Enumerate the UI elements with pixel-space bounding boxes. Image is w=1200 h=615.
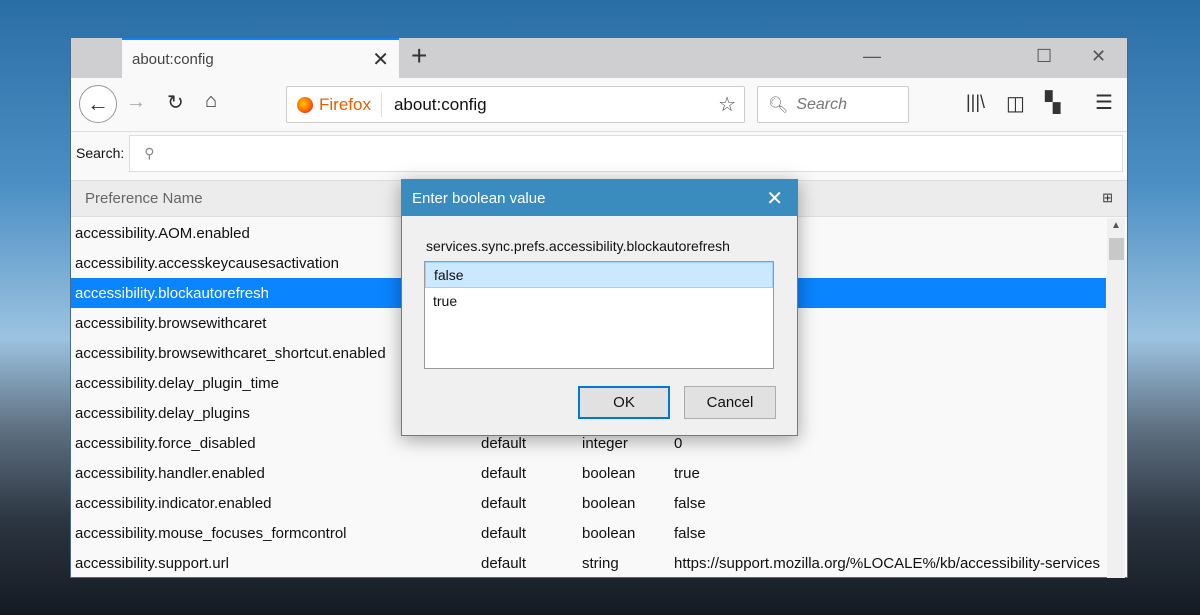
pref-value: 0 <box>674 434 683 452</box>
scroll-up-icon[interactable]: ▲ <box>1111 220 1121 231</box>
search-label: Search: <box>76 145 125 161</box>
pref-name: accessibility.handler.enabled <box>75 464 265 482</box>
magnifier-icon: ⚲ <box>144 144 155 161</box>
back-button[interactable]: ← <box>79 85 117 123</box>
option-false[interactable]: false <box>425 262 773 288</box>
pref-value: true <box>674 464 700 482</box>
library-icon[interactable]: |||\ <box>966 92 985 113</box>
new-tab-button[interactable]: + <box>411 40 427 72</box>
table-row[interactable]: accessibility.mouse_focuses_formcontrol d… <box>71 518 1106 548</box>
maximize-button[interactable]: ☐ <box>1036 46 1052 67</box>
table-row[interactable]: accessibility.support.url default string ht… <box>71 548 1106 578</box>
menu-icon[interactable]: ☰ <box>1095 90 1113 115</box>
pref-name: accessibility.blockautorefresh <box>75 284 269 302</box>
ok-button[interactable]: OK <box>578 386 670 419</box>
pref-value: https://support.mozilla.org/%LOCALE%/kb/… <box>674 554 1100 572</box>
close-window-button[interactable]: ✕ <box>1091 46 1106 67</box>
table-row[interactable]: accessibility.handler.enabled default bool… <box>71 458 1106 488</box>
pref-type: boolean <box>582 524 636 542</box>
url-text: about:config <box>393 94 487 114</box>
pref-value: false <box>674 494 706 512</box>
pref-name: accessibility.mouse_focuses_formcontrol <box>75 524 347 542</box>
close-tab-icon[interactable]: ✕ <box>372 47 389 72</box>
scroll-thumb[interactable] <box>1109 238 1124 260</box>
minimize-button[interactable]: — <box>863 46 881 67</box>
pref-name: accessibility.AOM.enabled <box>75 224 250 242</box>
close-icon[interactable]: ✕ <box>766 186 783 211</box>
pref-status: default <box>481 464 527 482</box>
identity-badge[interactable]: Firefox <box>287 92 382 117</box>
search-icon: 🔍︎ <box>768 96 789 114</box>
pref-name: accessibility.force_disabled <box>75 434 256 452</box>
bookmark-star-icon[interactable]: ☆ <box>718 92 736 117</box>
pref-type: boolean <box>582 464 636 482</box>
pref-type: boolean <box>582 494 636 512</box>
pref-type: string <box>582 554 619 572</box>
scrollbar[interactable]: ▲ <box>1107 218 1125 578</box>
pref-name: accessibility.delay_plugins <box>75 404 250 422</box>
sidebar-icon[interactable]: ◫ <box>1006 91 1025 116</box>
cancel-button[interactable]: Cancel <box>684 386 776 419</box>
home-button[interactable]: ⌂ <box>205 90 217 113</box>
pref-name: accessibility.indicator.enabled <box>75 494 272 512</box>
pref-status: default <box>481 434 527 452</box>
dialog-title: Enter boolean value <box>412 189 546 207</box>
column-preference-name[interactable]: Preference Name <box>85 190 203 207</box>
pref-name-label: services.sync.prefs.accessibility.blocka… <box>426 238 730 254</box>
table-row[interactable]: accessibility.indicator.enabled default bo… <box>71 488 1106 518</box>
pref-type: integer <box>582 434 628 452</box>
search-box[interactable]: 🔍︎ Search <box>757 86 909 123</box>
pref-name: accessibility.browsewithcaret <box>75 314 267 332</box>
config-search-input[interactable]: ⚲ <box>129 134 1124 172</box>
tab-bar: about:config ✕ + — ☐ ✕ <box>71 38 1127 78</box>
pref-value: false <box>674 524 706 542</box>
extensions-icon[interactable]: ▚ <box>1045 90 1060 115</box>
pref-status: default <box>481 494 527 512</box>
tab-title: about:config <box>132 50 214 68</box>
reload-button[interactable]: ↻ <box>167 90 184 115</box>
pref-name: accessibility.accesskeycausesactivation <box>75 254 340 272</box>
pref-status: default <box>481 554 527 572</box>
identity-label: Firefox <box>319 94 371 114</box>
dialog-title-bar: Enter boolean value ✕ <box>402 180 797 216</box>
forward-button[interactable]: → <box>126 91 146 114</box>
value-listbox[interactable]: false true <box>424 261 774 369</box>
nav-bar: ← → ↻ ⌂ Firefox about:config ☆ 🔍︎ Search … <box>71 78 1127 132</box>
pref-name: accessibility.browsewithcaret_shortcut.e… <box>75 344 386 362</box>
pref-name: accessibility.support.url <box>75 554 229 572</box>
column-picker-icon[interactable]: ⊞ <box>1102 190 1113 206</box>
firefox-logo-icon <box>297 96 313 113</box>
search-placeholder: Search <box>796 95 848 113</box>
pref-name: accessibility.delay_plugin_time <box>75 374 279 392</box>
tab-about-config[interactable]: about:config ✕ <box>122 38 399 78</box>
option-true[interactable]: true <box>425 288 773 314</box>
boolean-dialog: Enter boolean value ✕ services.sync.prefs… <box>401 179 798 436</box>
url-bar[interactable]: Firefox about:config ☆ <box>286 86 745 123</box>
pref-status: default <box>481 524 527 542</box>
config-search: Search: ⚲ <box>71 132 1127 174</box>
